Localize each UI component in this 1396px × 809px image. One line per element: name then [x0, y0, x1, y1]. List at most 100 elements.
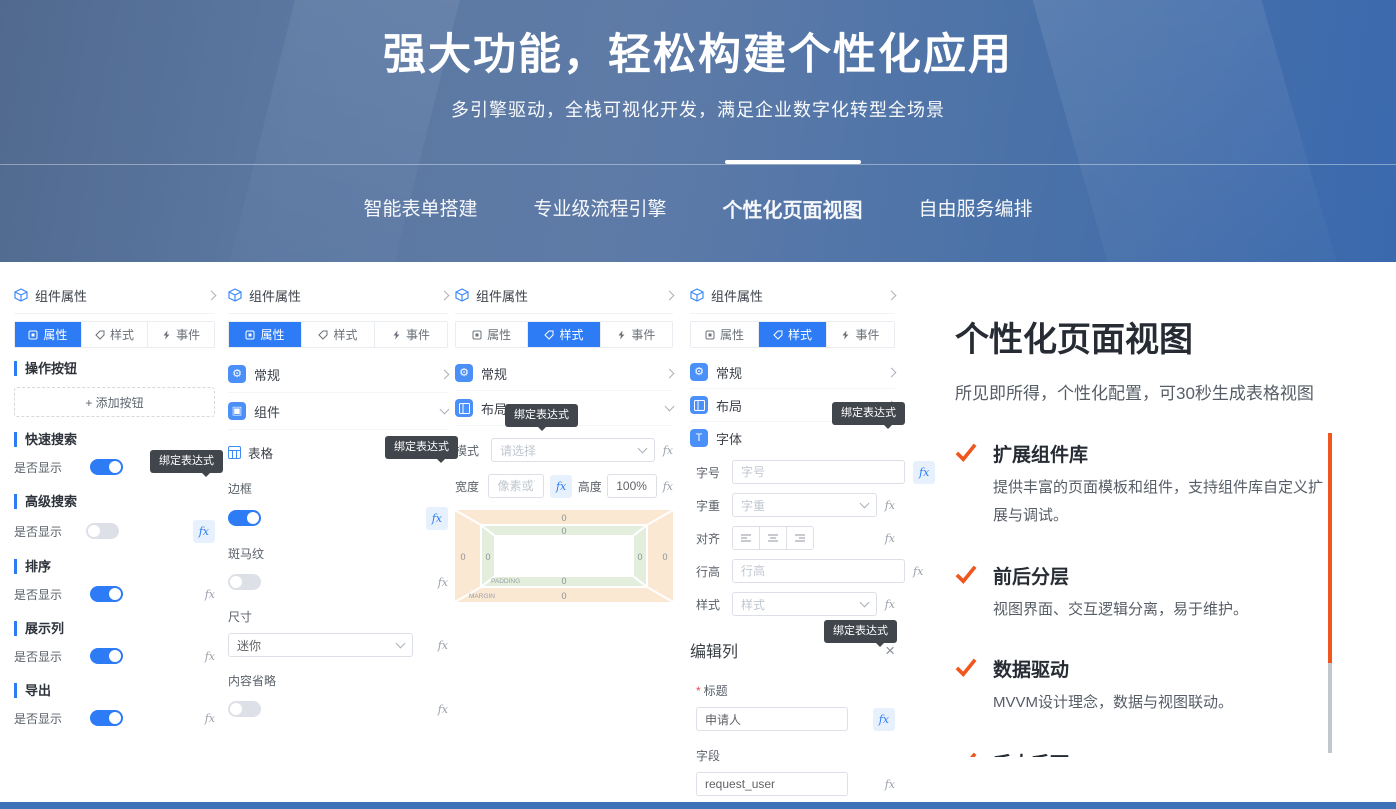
- width-input[interactable]: [488, 474, 544, 498]
- chevron-right-icon[interactable]: [887, 290, 897, 300]
- style-tag-icon: [318, 330, 328, 340]
- columns-toggle[interactable]: [90, 648, 123, 664]
- group-general[interactable]: ⚙ 常规: [455, 356, 673, 391]
- fx-binding-button[interactable]: fx: [913, 566, 923, 577]
- mode-select[interactable]: 请选择: [491, 438, 655, 462]
- group-general[interactable]: ⚙ 常规: [690, 356, 895, 389]
- line-height-row: 行高 fx: [690, 559, 895, 583]
- group-font[interactable]: T 字体: [690, 422, 895, 454]
- tab-property[interactable]: 属性: [229, 322, 302, 347]
- padding-top-value[interactable]: 0: [561, 526, 566, 536]
- padding-bottom-value[interactable]: 0: [561, 576, 566, 586]
- group-component[interactable]: ▣ 组件: [228, 393, 448, 430]
- font-weight-row: 字重 字重 fx: [690, 493, 895, 517]
- gear-icon: ⚙: [455, 364, 473, 382]
- fx-binding-button-active[interactable]: fx: [193, 520, 215, 543]
- size-select[interactable]: 迷你: [228, 633, 413, 657]
- tab-property[interactable]: 属性: [15, 322, 82, 347]
- sort-toggle[interactable]: [90, 586, 123, 602]
- check-icon: [955, 442, 977, 530]
- tab-service-orchestration[interactable]: 自由服务编排: [917, 190, 1035, 227]
- tab-style[interactable]: 样式: [528, 322, 600, 347]
- chevron-right-icon: [440, 369, 450, 379]
- chevron-right-icon[interactable]: [207, 290, 217, 300]
- scrollbar-thumb[interactable]: [1328, 433, 1332, 663]
- margin-right-value[interactable]: 0: [662, 552, 667, 562]
- fx-binding-button[interactable]: fx: [205, 589, 215, 600]
- bind-expression-tooltip: 绑定表达式: [385, 436, 458, 459]
- fx-binding-button[interactable]: fx: [205, 651, 215, 662]
- tab-event[interactable]: 事件: [827, 322, 894, 347]
- stripe-toggle[interactable]: [228, 574, 261, 590]
- fx-binding-button[interactable]: fx: [663, 481, 673, 492]
- property-icon: [472, 330, 482, 340]
- event-bolt-icon: [162, 330, 171, 340]
- margin-top-value[interactable]: 0: [561, 513, 566, 523]
- ellipsis-toggle[interactable]: [228, 701, 261, 717]
- fx-binding-button[interactable]: fx: [885, 779, 895, 790]
- tab-property-label: 属性: [260, 326, 284, 343]
- line-height-input[interactable]: [732, 559, 905, 583]
- event-bolt-icon: [392, 330, 401, 340]
- group-general[interactable]: ⚙ 常规: [228, 356, 448, 393]
- close-icon[interactable]: ×: [885, 642, 895, 659]
- quick-search-toggle[interactable]: [90, 459, 123, 475]
- fx-binding-button-active[interactable]: fx: [426, 507, 448, 530]
- align-right-button[interactable]: [787, 527, 813, 549]
- list-item: 数据驱动 MVVM设计理念，数据与视图联动。: [955, 655, 1355, 717]
- column-title-input[interactable]: [696, 707, 848, 731]
- margin-bottom-value[interactable]: 0: [561, 591, 566, 601]
- fx-binding-button[interactable]: fx: [205, 713, 215, 724]
- content-area: 组件属性 属性 样式 事件 操作按钮 + 添加按钮 快速搜索 是否显示 fx 高: [0, 262, 1396, 802]
- add-button[interactable]: + 添加按钮: [14, 387, 215, 417]
- fx-binding-button[interactable]: fx: [885, 533, 895, 544]
- fx-binding-button[interactable]: fx: [438, 640, 448, 651]
- tab-style[interactable]: 样式: [302, 322, 375, 347]
- tabs-divider-line: [0, 164, 1396, 165]
- tab-page-view-label: 个性化页面视图: [723, 200, 863, 222]
- tab-property[interactable]: 属性: [456, 322, 528, 347]
- align-left-button[interactable]: [733, 527, 760, 549]
- padding-left-value[interactable]: 0: [485, 552, 490, 562]
- align-center-button[interactable]: [760, 527, 787, 549]
- column-field-input[interactable]: [696, 772, 848, 796]
- fx-binding-button-active[interactable]: fx: [873, 708, 895, 731]
- chevron-right-icon[interactable]: [665, 290, 675, 300]
- tab-page-view[interactable]: 个性化页面视图: [721, 190, 865, 227]
- margin-left-value[interactable]: 0: [460, 552, 465, 562]
- fx-binding-button[interactable]: fx: [438, 577, 448, 588]
- export-toggle[interactable]: [90, 710, 123, 726]
- tab-event[interactable]: 事件: [148, 322, 214, 347]
- feature-title: 数据驱动: [993, 655, 1233, 682]
- feature-tabs: 智能表单搭建 专业级流程引擎 个性化页面视图 自由服务编排: [0, 190, 1396, 227]
- fx-binding-button-active[interactable]: fx: [913, 461, 935, 484]
- height-input[interactable]: [607, 474, 657, 498]
- advanced-search-toggle[interactable]: [86, 523, 119, 539]
- size-select-value: 迷你: [237, 637, 261, 654]
- scrollbar-track[interactable]: [1328, 433, 1332, 753]
- tab-event[interactable]: 事件: [601, 322, 672, 347]
- fx-binding-button[interactable]: fx: [663, 445, 673, 456]
- tab-property[interactable]: 属性: [691, 322, 759, 347]
- feature-desc: 视图界面、交互逻辑分离，易于维护。: [993, 596, 1248, 624]
- fx-binding-button-active[interactable]: fx: [550, 475, 572, 498]
- padding-right-value[interactable]: 0: [637, 552, 642, 562]
- tab-style[interactable]: 样式: [759, 322, 827, 347]
- column-field-label: 字段: [696, 747, 895, 764]
- fx-binding-button[interactable]: fx: [885, 500, 895, 511]
- fx-binding-button[interactable]: fx: [438, 704, 448, 715]
- tab-style[interactable]: 样式: [82, 322, 149, 347]
- chevron-right-icon: [665, 368, 675, 378]
- chevron-right-icon[interactable]: [440, 290, 450, 300]
- fx-binding-button[interactable]: fx: [885, 599, 895, 610]
- section-action-buttons: 操作按钮: [14, 361, 215, 376]
- font-size-input[interactable]: [732, 460, 905, 484]
- border-toggle[interactable]: [228, 510, 261, 526]
- chevron-down-icon: [859, 598, 869, 608]
- property-panel-4: 组件属性 属性 样式 事件 ⚙ 常规 布局: [690, 284, 895, 796]
- tab-process-engine[interactable]: 专业级流程引擎: [531, 190, 668, 227]
- tab-smart-form[interactable]: 智能表单搭建: [361, 190, 479, 227]
- font-style-select[interactable]: 样式: [732, 592, 877, 616]
- tab-event[interactable]: 事件: [375, 322, 447, 347]
- font-weight-select[interactable]: 字重: [732, 493, 877, 517]
